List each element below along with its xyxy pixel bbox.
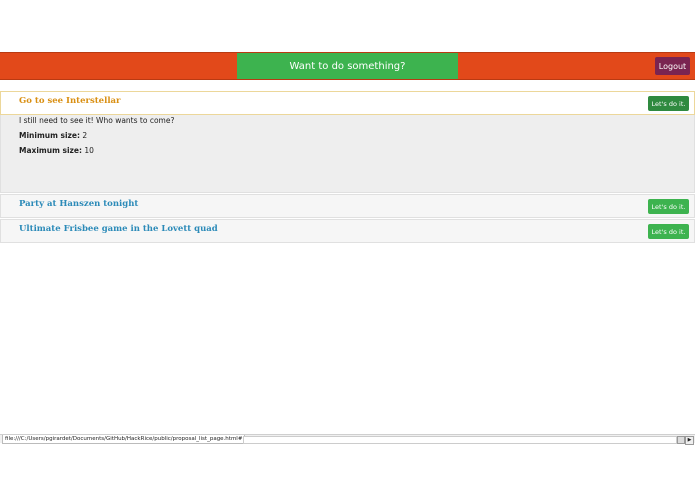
proposal-details: I still need to see it! Who wants to com… xyxy=(0,115,695,193)
proposal-item-hanszen[interactable]: Party at Hanszen tonight Let's do it. xyxy=(0,194,695,218)
want-to-do-something-button[interactable]: Want to do something? xyxy=(237,53,458,79)
status-url: file:///C:/Users/pgirardet/Documents/Git… xyxy=(2,435,246,444)
logout-button[interactable]: Logout xyxy=(655,57,690,75)
minimum-size-row: Minimum size: 2 xyxy=(19,132,676,140)
proposal-list: Go to see Interstellar Let's do it. I st… xyxy=(0,91,695,243)
proposal-title[interactable]: Party at Hanszen tonight xyxy=(19,199,138,209)
proposal-title[interactable]: Go to see Interstellar xyxy=(19,96,121,106)
proposal-description: I still need to see it! Who wants to com… xyxy=(19,116,175,125)
minimum-size-label: Minimum size: xyxy=(19,131,81,140)
lets-do-it-button[interactable]: Let's do it. xyxy=(648,96,689,111)
top-navbar: Want to do something? Logout xyxy=(0,52,695,80)
proposal-item-frisbee[interactable]: Ultimate Frisbee game in the Lovett quad… xyxy=(0,219,695,243)
minimum-size-value: 2 xyxy=(82,131,88,140)
scrollbar-thumb[interactable] xyxy=(677,436,685,444)
scroll-right-icon[interactable]: ▶ xyxy=(685,436,694,445)
maximum-size-row: Maximum size: 10 xyxy=(19,147,676,155)
maximum-size-label: Maximum size: xyxy=(19,146,82,155)
horizontal-scrollbar[interactable] xyxy=(243,436,677,444)
proposal-item-interstellar[interactable]: Go to see Interstellar Let's do it. xyxy=(0,91,695,115)
maximum-size-value: 10 xyxy=(84,146,94,155)
lets-do-it-button[interactable]: Let's do it. xyxy=(648,224,689,239)
proposal-title[interactable]: Ultimate Frisbee game in the Lovett quad xyxy=(19,224,218,234)
browser-status-bar: file:///C:/Users/pgirardet/Documents/Git… xyxy=(0,434,695,445)
lets-do-it-button[interactable]: Let's do it. xyxy=(648,199,689,214)
